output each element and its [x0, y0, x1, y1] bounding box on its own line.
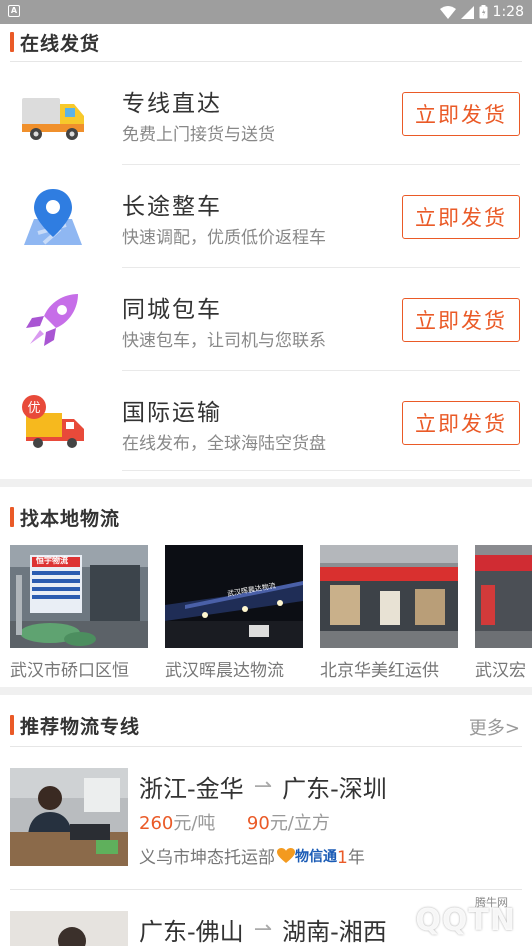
ship-option-desc: 在线发布，全球海陆空货盘 — [122, 434, 326, 454]
section-title: 在线发货 — [20, 32, 101, 55]
route-card[interactable]: 浙江-金华 ⇀ 广东-深圳 260元/吨 90元/立方 义乌市坤态托运部 物信通… — [0, 747, 532, 890]
ship-now-button[interactable]: 立即发货 — [402, 298, 520, 342]
local-logistics-card[interactable]: 武汉晖晨达物流 武汉晖晨达物流 — [165, 545, 303, 680]
ship-now-button[interactable]: 立即发货 — [402, 195, 520, 239]
section-recommended-header: 推荐物流专线 — [10, 713, 141, 738]
divider — [122, 470, 520, 471]
card-caption: 武汉晖晨达物流 — [165, 661, 284, 680]
warehouse-photo — [320, 545, 458, 648]
status-bar: A 1:28 — [0, 0, 532, 24]
company-name: 义乌市坤态托运部 — [139, 848, 275, 868]
local-logistics-card[interactable]: 恒宇物流 武汉市硚口区恒 — [10, 545, 148, 680]
ship-now-button[interactable]: 立即发货 — [402, 92, 520, 136]
section-online-shipping-header: 在线发货 — [10, 30, 101, 55]
truck-icon — [22, 98, 84, 140]
ship-option-desc: 免费上门接货与送货 — [122, 125, 275, 145]
section-gap — [0, 479, 532, 487]
price-cube-unit: 元/立方 — [269, 813, 330, 834]
route-title: 浙江-金华 ⇀ 广东-深圳 — [139, 769, 387, 804]
trust-badge: 物信通 — [277, 846, 337, 866]
warehouse-photo: 恒宇物流 — [10, 545, 148, 648]
price-per-cube: 90 — [246, 813, 270, 834]
watermark-text: QQTN — [415, 903, 516, 938]
local-logistics-card[interactable]: 武汉宏 — [475, 545, 532, 680]
warehouse-photo — [475, 545, 532, 648]
years-unit: 年 — [347, 848, 365, 868]
price-per-ton: 260 — [139, 813, 174, 834]
ship-option-name: 国际运输 — [122, 400, 222, 426]
ship-option-desc: 快速调配，优质低价返程车 — [122, 228, 326, 248]
local-logistics-carousel[interactable]: 恒宇物流 武汉市硚口区恒 武汉晖晨达物流 武汉晖晨达物流 北京华美红运供 武汉宏 — [10, 545, 532, 680]
section-title: 推荐物流专线 — [20, 715, 141, 738]
card-caption: 武汉市硚口区恒 — [10, 661, 129, 680]
route-arrow-icon: ⇀ — [253, 774, 273, 799]
route-arrow-icon: ⇀ — [253, 917, 273, 942]
section-title: 找本地物流 — [20, 507, 121, 530]
ship-option-city-charter[interactable]: 同城包车 快速包车，让司机与您联系 立即发货 — [0, 268, 532, 371]
route-to: 广东-深圳 — [282, 775, 387, 803]
local-logistics-card[interactable]: 北京华美红运供 — [320, 545, 458, 680]
discount-badge-text: 优 — [27, 401, 40, 416]
route-prices: 260元/吨 90元/立方 — [139, 809, 330, 835]
warehouse-photo: 武汉晖晨达物流 — [165, 545, 303, 648]
signal-icon — [460, 5, 474, 19]
route-from: 浙江-金华 — [139, 775, 244, 803]
ship-option-international[interactable]: 优 国际运输 在线发布，全球海陆空货盘 立即发货 — [0, 371, 532, 471]
map-pin-icon — [24, 189, 82, 245]
wifi-icon — [439, 5, 456, 19]
sign-text: 恒宇物流 — [36, 556, 68, 565]
section-accent-bar — [10, 715, 14, 735]
heart-icon — [277, 847, 295, 863]
ship-option-long-haul[interactable]: 长途整车 快速调配，优质低价返程车 立即发货 — [0, 165, 532, 268]
watermark-logo: 腾牛网 QQTN — [326, 892, 526, 942]
battery-icon — [479, 5, 488, 19]
ship-option-name: 同城包车 — [122, 297, 222, 323]
route-photo — [10, 768, 128, 866]
ship-option-express-line[interactable]: 专线直达 免费上门接货与送货 立即发货 — [0, 62, 532, 165]
card-caption: 武汉宏 — [475, 661, 526, 680]
ship-option-desc: 快速包车，让司机与您联系 — [122, 331, 326, 351]
notification-app-icon: A — [8, 5, 20, 17]
route-from: 广东-佛山 — [139, 918, 244, 946]
price-ton-unit: 元/吨 — [173, 813, 216, 834]
discount-truck-icon: 优 — [22, 395, 84, 448]
section-accent-bar — [10, 32, 14, 52]
section-local-logistics-header: 找本地物流 — [10, 505, 121, 530]
membership-years: 1年 — [337, 843, 365, 868]
ship-now-button[interactable]: 立即发货 — [402, 401, 520, 445]
clock-time: 1:28 — [492, 4, 524, 20]
section-gap — [0, 687, 532, 695]
ship-option-name: 专线直达 — [122, 91, 222, 117]
card-caption: 北京华美红运供 — [320, 661, 439, 680]
route-company-row: 义乌市坤态托运部 物信通 1年 — [139, 843, 365, 868]
ship-option-name: 长途整车 — [122, 194, 222, 220]
rocket-icon — [26, 294, 78, 346]
years-value: 1 — [337, 848, 348, 868]
section-accent-bar — [10, 507, 14, 527]
more-link[interactable]: 更多> — [469, 714, 520, 740]
route-photo — [10, 911, 128, 946]
badge-text: 物信通 — [295, 848, 337, 865]
